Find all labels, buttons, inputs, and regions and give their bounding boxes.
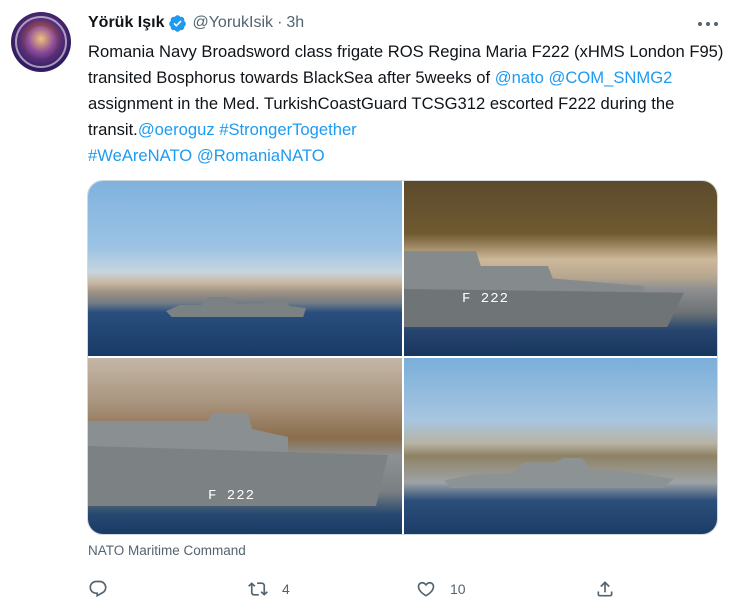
more-options-icon[interactable] [694,14,722,34]
mention-oeroguz[interactable]: @oeroguz [138,120,215,139]
photo-frigate-underway[interactable] [404,358,717,534]
more-dot [698,22,702,26]
like-count: 10 [450,581,466,597]
avatar[interactable] [11,12,71,72]
tweet[interactable]: Yörük Işık @YorukIsik · 3h Romania Navy … [0,0,739,611]
display-name[interactable]: Yörük Işık [88,14,164,32]
reply-icon [89,580,107,598]
more-dot [706,22,710,26]
photo-frigate-bow[interactable]: F 222 [404,181,717,356]
share-icon [597,581,613,597]
mention-nato[interactable]: @nato [495,68,544,87]
retweet-count: 4 [282,581,290,597]
mention-romanianato[interactable]: @RomaniaNATO [197,146,325,165]
hull-number: F 222 [208,488,256,504]
ship-hull [404,289,684,327]
retweet-icon [248,582,268,596]
hull-number: F 222 [462,291,510,307]
tweet-header: Yörük Işık @YorukIsik · 3h [88,12,304,34]
share-button[interactable] [595,576,615,602]
separator-dot: · [277,14,283,31]
verified-badge-icon [169,14,187,32]
hashtag-wearenato[interactable]: #WeAreNATO [88,146,192,165]
action-bar: 4 10 [88,576,628,602]
retweet-button[interactable]: 4 [248,576,290,602]
avatar-emblem [25,26,57,58]
heart-icon [417,581,435,597]
more-dot [714,22,718,26]
ship-silhouette [444,458,674,488]
reply-button[interactable] [88,576,122,602]
media-grid: F 222 F 222 [87,180,718,535]
like-button[interactable]: 10 [416,576,466,602]
handle[interactable]: @YorukIsik [192,14,273,32]
tweet-text: Romania Navy Broadsword class frigate RO… [88,39,728,169]
media-caption[interactable]: NATO Maritime Command [88,543,246,558]
timestamp[interactable]: 3h [286,14,304,32]
mention-com-snmg2[interactable]: @COM_SNMG2 [549,68,673,87]
photo-frigate-closeup[interactable]: F 222 [88,358,402,534]
ship-silhouette [166,297,306,317]
hashtag-strongertogether[interactable]: #StrongerTogether [219,120,356,139]
photo-frigate-skyline[interactable] [88,181,402,356]
